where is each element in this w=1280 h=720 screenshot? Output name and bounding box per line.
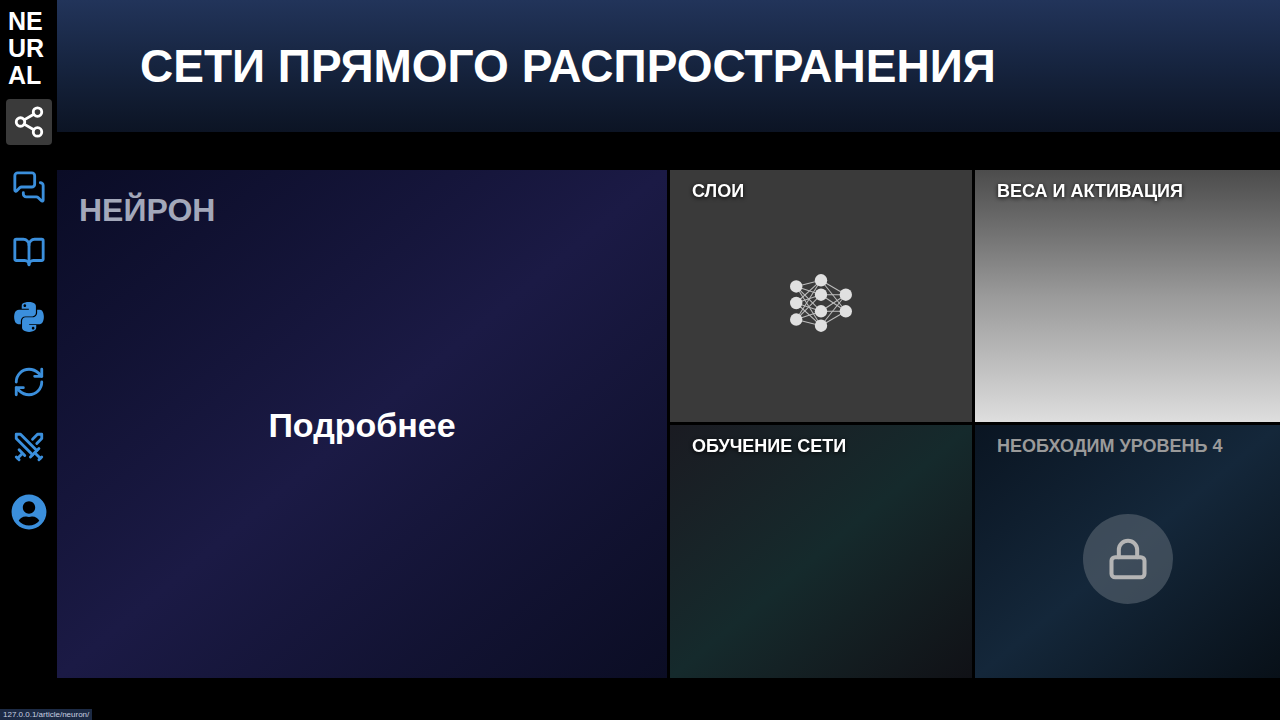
- more-link[interactable]: Подробнее: [268, 400, 455, 451]
- share-icon: [12, 105, 46, 139]
- locked-tile: НЕОБХОДИМ УРОВЕНЬ 4: [975, 425, 1280, 678]
- sidebar-item[interactable]: [6, 489, 52, 535]
- chat-icon: [12, 170, 46, 204]
- status-bar: 127.0.0.1/article/neuron/: [0, 709, 92, 720]
- topic-tile[interactable]: ВЕСА И АКТИВАЦИЯ: [975, 170, 1280, 422]
- sidebar-item[interactable]: [6, 294, 52, 340]
- python-icon: [12, 300, 46, 334]
- sidebar: NEURAL: [0, 0, 57, 720]
- network-layers-icon: [785, 272, 857, 334]
- topic-tile[interactable]: ОБУЧЕНИЕ СЕТИ: [670, 425, 972, 678]
- topic-tile[interactable]: СЛОИ: [670, 170, 972, 422]
- sidebar-item[interactable]: [6, 359, 52, 405]
- user-icon: [11, 494, 47, 530]
- lock-badge: [1083, 514, 1173, 604]
- sidebar-item[interactable]: [6, 424, 52, 470]
- tile-title: ВЕСА И АКТИВАЦИЯ: [997, 178, 1258, 204]
- lock-icon: [1106, 537, 1150, 581]
- sidebar-item[interactable]: [6, 99, 52, 145]
- swords-icon: [12, 430, 46, 464]
- neuron-tile[interactable]: НЕЙРОН Подробнее: [57, 170, 667, 678]
- header: СЕТИ ПРЯМОГО РАСПРОСТРАНЕНИЯ: [57, 0, 1280, 132]
- main: СЕТИ ПРЯМОГО РАСПРОСТРАНЕНИЯ НЕЙРОН Подроб…: [57, 0, 1280, 720]
- sidebar-item[interactable]: [6, 164, 52, 210]
- tile-title: НЕЙРОН: [79, 188, 645, 232]
- tile-title: СЛОИ: [692, 178, 950, 204]
- logo[interactable]: NEURAL: [0, 0, 57, 99]
- topic-grid: НЕЙРОН Подробнее СЛОИ ВЕСА И АКТИВАЦИЯ ОБУЧЕ…: [57, 170, 1280, 678]
- app: NEURAL СЕТИ ПРЯМОГО РАСПРОСТРАНЕНИЯ НЕЙРОН…: [0, 0, 1280, 720]
- tile-title: ОБУЧЕНИЕ СЕТИ: [692, 433, 950, 459]
- page-title: СЕТИ ПРЯМОГО РАСПРОСТРАНЕНИЯ: [140, 38, 996, 94]
- tile-title: НЕОБХОДИМ УРОВЕНЬ 4: [997, 433, 1258, 459]
- refresh-icon: [12, 365, 46, 399]
- book-icon: [12, 235, 46, 269]
- sidebar-item[interactable]: [6, 229, 52, 275]
